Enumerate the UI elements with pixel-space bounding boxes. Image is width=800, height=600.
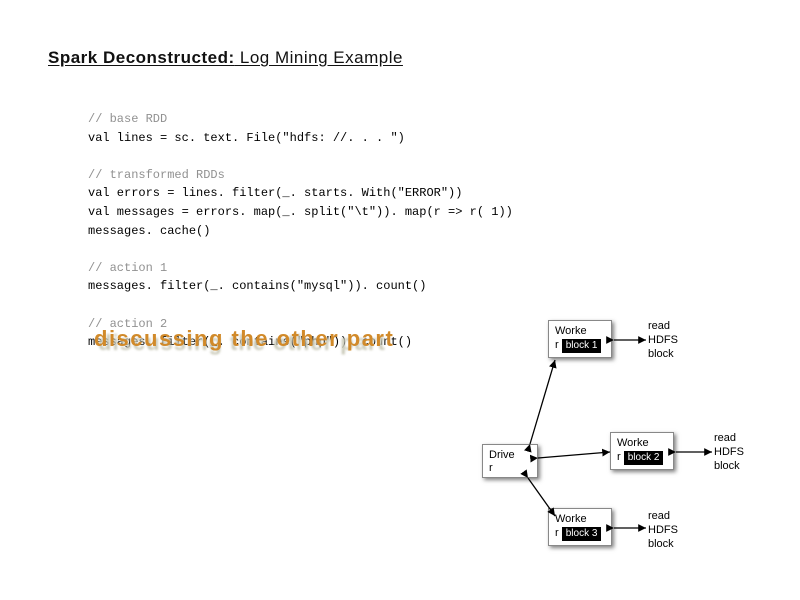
worker-box-1: Worke r block 1 [548,320,612,358]
code-block: // base RDD val lines = sc. text. File("… [88,110,513,352]
code-comment-1: // base RDD [88,112,167,126]
read-label-1: read HDFS block [648,320,688,361]
worker-box-3: Worke r block 3 [548,508,612,546]
code-comment-2: // transformed RDDs [88,168,225,182]
driver-box: Drive r [482,444,538,478]
overlay-text: discussing the other part [94,326,394,352]
code-line-4: messages. cache() [88,224,210,238]
title-bold: Spark Deconstructed: [48,48,235,67]
code-comment-3: // action 1 [88,261,167,275]
code-line-3: val messages = errors. map(_. split("\t"… [88,205,513,219]
overlay-callout: discussing the other part discussing the… [88,320,458,374]
read-label-3: read HDFS block [648,510,688,551]
block-badge-2: block 2 [624,451,664,465]
driver-label: Drive r [489,449,515,474]
code-line-1: val lines = sc. text. File("hdfs: //. . … [88,131,405,145]
read-label-2: read HDFS block [714,432,754,473]
code-line-2: val errors = lines. filter(_. starts. Wi… [88,186,462,200]
code-line-5: messages. filter(_. contains("mysql")). … [88,279,426,293]
block-badge-3: block 3 [562,527,602,541]
worker-box-2: Worke r block 2 [610,432,674,470]
page-title: Spark Deconstructed: Log Mining Example [48,48,403,68]
block-badge-1: block 1 [562,339,602,353]
title-rest: Log Mining Example [235,48,403,67]
